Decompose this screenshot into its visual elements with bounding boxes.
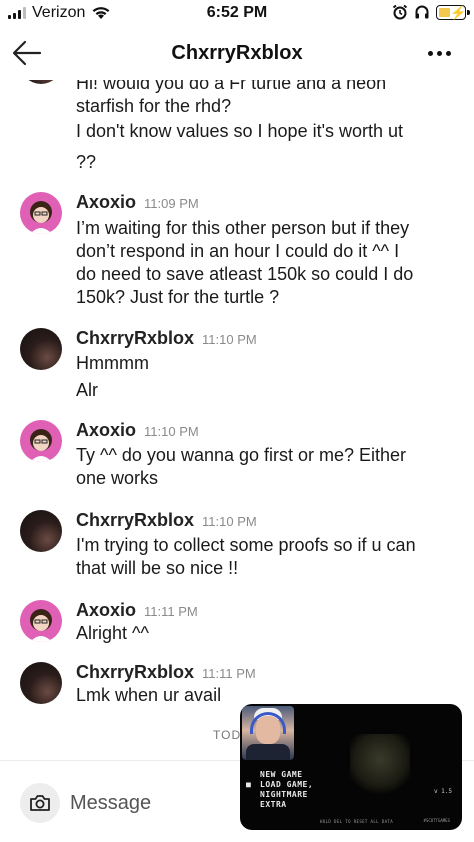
- chat-title[interactable]: ChxrryRxblox: [0, 42, 474, 65]
- message-timestamp: 11:10 PM: [202, 514, 257, 529]
- avatar[interactable]: [20, 192, 62, 234]
- camera-button[interactable]: [20, 783, 60, 823]
- avatar-drawing-icon: [30, 609, 52, 642]
- message-text: I’m waiting for this other person but if…: [76, 218, 410, 238]
- video-version-text: v 1.5: [433, 788, 452, 795]
- video-menu-item-label: LOAD GAME,: [260, 780, 314, 789]
- sender-name[interactable]: ChxrryRxblox: [76, 662, 194, 683]
- picture-in-picture-video[interactable]: NEW GAME ■ LOAD GAME, NIGHTMARE EXTRA v …: [240, 704, 462, 830]
- message-text: ??: [76, 152, 97, 172]
- video-footer-text: HOLD DEL TO RESET ALL DATA: [320, 819, 394, 824]
- status-bar: Verizon 6:52 PM ⚡: [0, 0, 474, 28]
- avatar-drawing-icon: [30, 429, 52, 462]
- sender-name[interactable]: Axoxio: [76, 600, 136, 621]
- message-text: Ty ^^ do you wanna go first or me? Eithe…: [76, 445, 407, 465]
- sender-name[interactable]: Axoxio: [76, 192, 136, 213]
- typing-indicator: TOD: [213, 728, 242, 742]
- message-text: Alright ^^: [76, 623, 149, 643]
- avatar[interactable]: [20, 510, 62, 552]
- message-timestamp: 11:10 PM: [202, 332, 257, 347]
- message-header: Axoxio 11:11 PM: [76, 600, 198, 621]
- sender-name[interactable]: Axoxio: [76, 420, 136, 441]
- avatar[interactable]: [20, 420, 62, 462]
- video-menu-item: NEW GAME: [260, 770, 303, 779]
- message-text: 150k? Just for the turtle ?: [76, 287, 280, 307]
- menu-selector-icon: ■: [246, 780, 252, 789]
- message-text: Alr: [76, 380, 98, 400]
- video-thumbnail-face: [242, 706, 294, 760]
- camera-icon: [30, 795, 50, 811]
- more-dots-icon: [427, 50, 433, 56]
- avatar-drawing-icon: [30, 201, 52, 234]
- sender-name[interactable]: ChxrryRxblox: [76, 328, 194, 349]
- message-header: ChxrryRxblox 11:10 PM: [76, 328, 257, 349]
- chat-header: ChxrryRxblox: [0, 28, 474, 80]
- message-text: I'm trying to collect some proofs so if …: [76, 535, 416, 555]
- message-header: Axoxio 11:10 PM: [76, 420, 199, 441]
- video-animatronic-figure: [350, 734, 410, 798]
- message-text: Hmmmm: [76, 353, 149, 373]
- video-menu-item: ■ LOAD GAME,: [246, 780, 314, 790]
- message-text: one works: [76, 468, 159, 488]
- video-brand-text: #SCOTTGAMES: [423, 818, 451, 823]
- headphones-icon: [415, 5, 429, 19]
- message-text: do need to save atleast 150k so could I …: [76, 264, 414, 284]
- message-text: I don't know values so I hope it's worth…: [76, 121, 404, 141]
- message-timestamp: 11:11 PM: [202, 666, 256, 681]
- avatar[interactable]: [20, 662, 62, 704]
- more-options-button[interactable]: [424, 38, 454, 68]
- message-timestamp: 11:10 PM: [144, 424, 199, 439]
- message-header: ChxrryRxblox 11:10 PM: [76, 510, 257, 531]
- sender-name[interactable]: ChxrryRxblox: [76, 510, 194, 531]
- video-menu-item: NIGHTMARE: [260, 790, 308, 799]
- status-icons: ⚡: [392, 4, 470, 20]
- avatar[interactable]: [20, 600, 62, 642]
- message-text: don’t respond in an hour I could do it ^…: [76, 241, 400, 261]
- message-header: ChxrryRxblox 11:11 PM: [76, 662, 256, 683]
- video-game-menu: NEW GAME ■ LOAD GAME, NIGHTMARE EXTRA: [246, 770, 314, 810]
- battery-charging-icon: ⚡: [436, 4, 470, 20]
- message-timestamp: 11:11 PM: [144, 604, 198, 619]
- message-text: starfish for the rhd?: [76, 96, 232, 116]
- video-menu-item: EXTRA: [260, 800, 287, 809]
- message-timestamp: 11:09 PM: [144, 196, 199, 211]
- alarm-icon: [392, 4, 408, 20]
- message-header: Axoxio 11:09 PM: [76, 192, 199, 213]
- message-text: that will be so nice !!: [76, 558, 239, 578]
- avatar[interactable]: [20, 328, 62, 370]
- message-list[interactable]: Hi! would you do a Fr turtle and a neon …: [0, 64, 474, 760]
